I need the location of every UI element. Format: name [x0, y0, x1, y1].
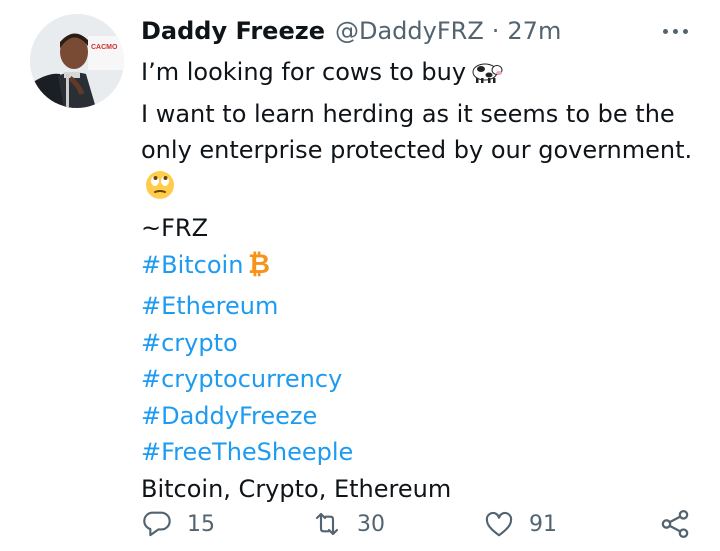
more-dot: [673, 29, 678, 34]
author-handle[interactable]: @DaddyFRZ: [335, 17, 484, 45]
svg-text:₿: ₿: [248, 249, 270, 278]
tweet-line-text: I want to learn herding as it seems to b…: [141, 99, 693, 165]
like-count: 91: [529, 511, 557, 537]
retweet-count: 30: [357, 511, 385, 537]
reply-button[interactable]: 15: [141, 508, 311, 540]
separator-dot: ·: [491, 17, 500, 45]
tweet-footer-line: Bitcoin, Crypto, Ethereum: [141, 474, 452, 503]
author-name[interactable]: Daddy Freeze: [141, 17, 325, 45]
tweet-line-3: ~FRZ: [141, 214, 209, 242]
hashtag-link[interactable]: #cryptocurrency: [141, 361, 701, 398]
hashtag-link[interactable]: #Bitcoin: [141, 251, 243, 279]
more-icon[interactable]: [663, 29, 688, 34]
share-icon: [661, 509, 689, 539]
tweet-line-text: I’m looking for cows to buy: [141, 58, 467, 86]
retweet-icon: [315, 512, 339, 536]
reply-icon: [143, 511, 171, 537]
avatar-badge-text: CACMO: [91, 44, 118, 51]
hashtag-link[interactable]: #Ethereum: [141, 288, 701, 325]
hashtag-link[interactable]: #FreeTheSheeple: [141, 434, 701, 471]
avatar[interactable]: CACMO: [30, 14, 124, 108]
cow-emoji-icon: [470, 57, 504, 96]
tweet-timestamp[interactable]: 27m: [507, 17, 561, 45]
avatar-photo: [30, 14, 124, 108]
face-with-rolling-eyes-emoji-icon: [145, 170, 175, 211]
tweet-line-2: I want to learn herding as it seems to b…: [141, 96, 701, 211]
share-button[interactable]: [658, 507, 692, 541]
reply-count: 15: [187, 511, 215, 537]
retweet-button[interactable]: 30: [311, 508, 483, 540]
more-dot: [683, 29, 688, 34]
tweet-line-1: I’m looking for cows to buy: [141, 54, 701, 96]
tweet-actions: 15 30 91: [141, 504, 692, 544]
hashtag-link[interactable]: #crypto: [141, 325, 701, 362]
hashtag-link[interactable]: #DaddyFreeze: [141, 398, 701, 435]
bitcoin-emoji-icon: ₿: [247, 248, 273, 289]
more-dot: [663, 29, 668, 34]
like-button[interactable]: 91: [483, 508, 653, 540]
heart-icon: [485, 511, 513, 537]
hashtag-row: #Bitcoin ₿: [141, 247, 701, 289]
tweet-header: Daddy Freeze @DaddyFRZ · 27m: [141, 14, 720, 48]
tweet-text: I’m looking for cows to buy I want to le…: [141, 54, 701, 507]
